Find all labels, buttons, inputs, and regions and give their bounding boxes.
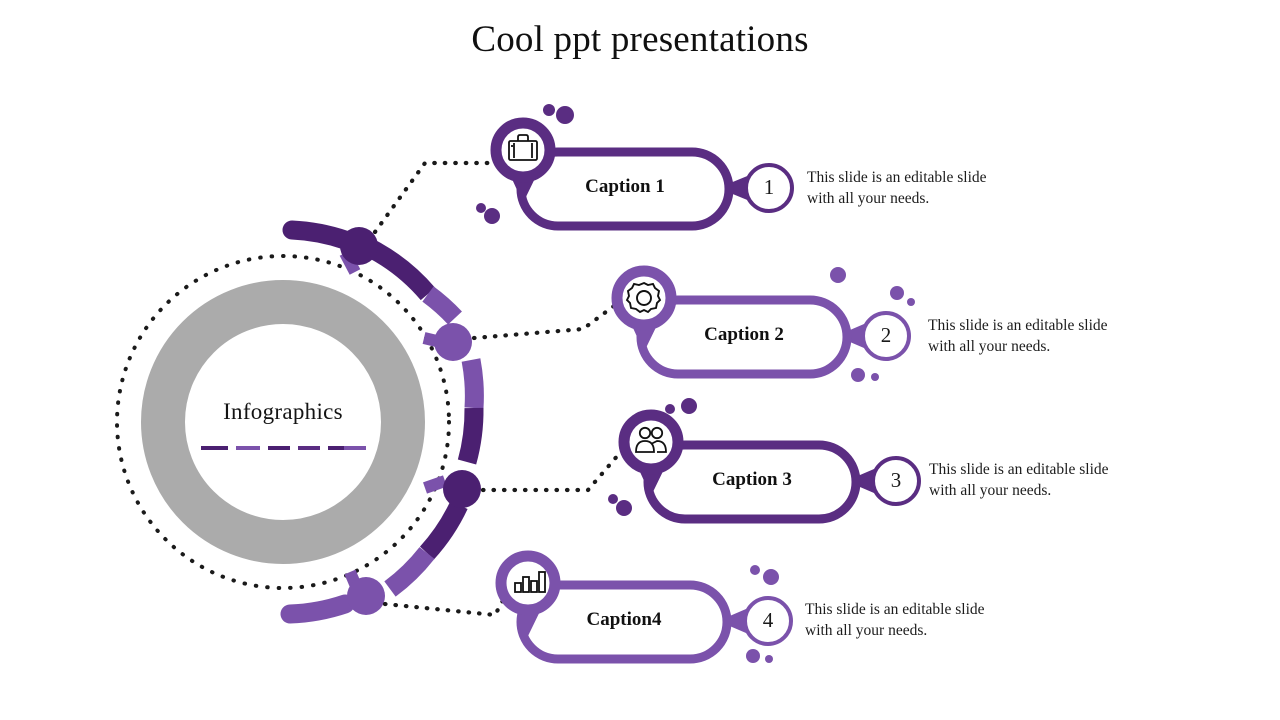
arc-node-3[interactable] bbox=[443, 470, 481, 508]
row-3-dot-b bbox=[681, 398, 697, 414]
row-2-dot-b bbox=[890, 286, 904, 300]
row-3-number: 3 bbox=[890, 468, 902, 492]
connector-1 bbox=[372, 160, 503, 235]
row-3-group[interactable] bbox=[608, 398, 921, 524]
row-3-caption: Caption 3 bbox=[712, 469, 792, 490]
row-3-dot-d bbox=[616, 500, 632, 516]
arc-segment-3 bbox=[461, 358, 484, 409]
row-1-dot-c bbox=[476, 203, 486, 213]
arc-segment-bottom-stub bbox=[280, 594, 355, 624]
row-4-dot-b bbox=[763, 569, 779, 585]
row-2-badge-ring[interactable] bbox=[611, 265, 677, 331]
row-2-dot-d bbox=[851, 368, 865, 382]
row-1-dot-b bbox=[556, 106, 574, 124]
arc-segment-6 bbox=[384, 546, 435, 597]
connector-3 bbox=[480, 444, 628, 493]
row-4-dot-a bbox=[750, 565, 760, 575]
slide-canvas: Cool ppt presentations Infographics Capt… bbox=[0, 0, 1280, 720]
row-2-caption: Caption 2 bbox=[704, 324, 784, 345]
arc-segment-top-stub bbox=[282, 220, 355, 250]
row-1-group[interactable] bbox=[476, 104, 794, 231]
row-2-number: 2 bbox=[880, 323, 892, 347]
arc-segment-2 bbox=[422, 286, 462, 325]
row-3-dot-a bbox=[665, 404, 675, 414]
row-2-description: This slide is an editable slide with all… bbox=[928, 317, 1108, 355]
row-3-dot-c bbox=[608, 494, 618, 504]
row-4-description: This slide is an editable slide with all… bbox=[805, 601, 985, 639]
row-1-badge-ring[interactable] bbox=[490, 117, 556, 183]
arc-node-1[interactable] bbox=[340, 227, 378, 265]
row-1-number: 1 bbox=[763, 175, 775, 199]
arc-tick-3 bbox=[423, 475, 447, 494]
arc-node-4[interactable] bbox=[347, 577, 385, 615]
row-2-dot-a bbox=[830, 267, 846, 283]
connector-4 bbox=[382, 588, 511, 618]
row-4-number: 4 bbox=[762, 608, 774, 632]
row-2-dot-c bbox=[907, 298, 915, 306]
arc-segment-4 bbox=[457, 407, 484, 465]
connector-2 bbox=[471, 297, 625, 341]
row-3-description: This slide is an editable slide with all… bbox=[929, 461, 1109, 499]
arc-segment-5 bbox=[419, 500, 468, 560]
row-4-caption: Caption4 bbox=[586, 609, 662, 630]
arc-node-2[interactable] bbox=[434, 323, 472, 361]
row-4-dot-c bbox=[746, 649, 760, 663]
row-2-dot-e bbox=[871, 373, 879, 381]
row-4-badge-ring[interactable] bbox=[495, 550, 561, 616]
row-1-description: This slide is an editable slide with all… bbox=[807, 169, 987, 207]
row-1-dot-d bbox=[484, 208, 500, 224]
row-4-dot-d bbox=[765, 655, 773, 663]
row-1-dot-a bbox=[543, 104, 555, 116]
row-1-caption: Caption 1 bbox=[585, 176, 665, 197]
hub-label: Infographics bbox=[223, 399, 343, 424]
